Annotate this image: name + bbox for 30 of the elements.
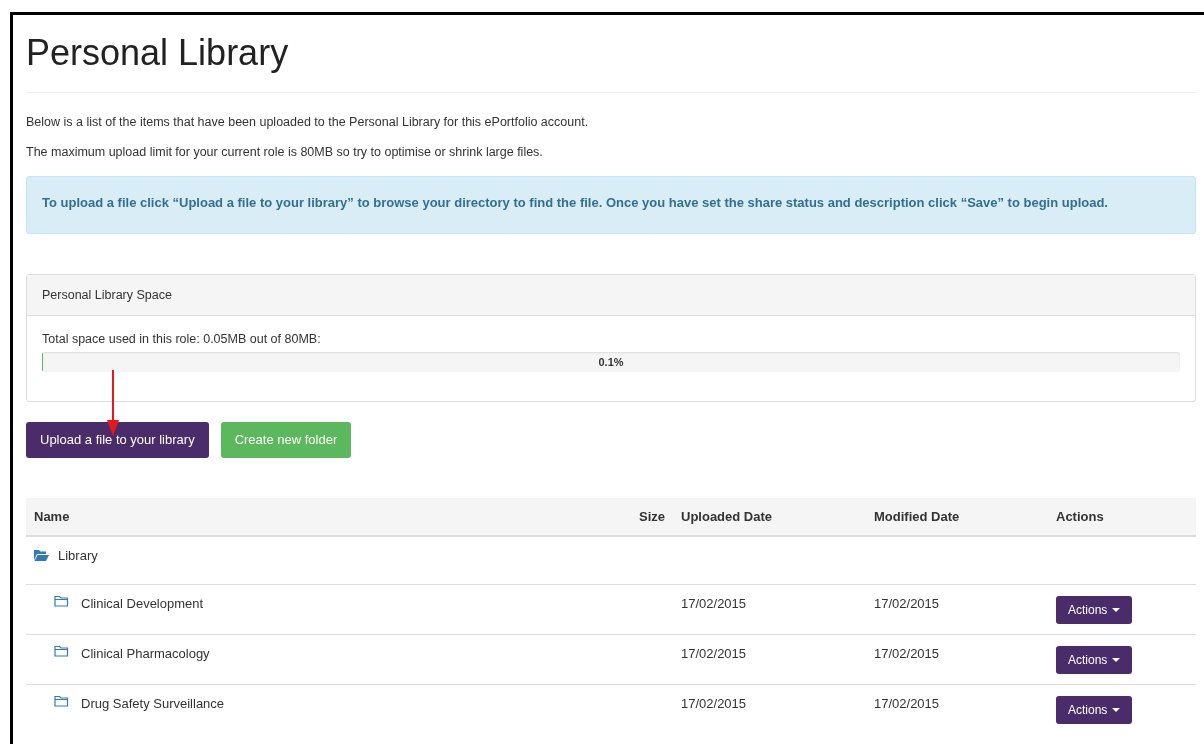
size-header: Size <box>627 498 673 536</box>
uploaded-date: 17/02/2015 <box>681 596 747 611</box>
panel-heading: Personal Library Space <box>27 275 1195 316</box>
folder-name[interactable]: Library <box>58 548 98 563</box>
page-title: Personal Library <box>26 31 290 75</box>
name-header: Name <box>26 498 627 536</box>
caret-icon <box>1112 708 1121 712</box>
caret-icon <box>1112 658 1121 662</box>
folder-name[interactable]: Clinical Pharmacology <box>81 646 210 661</box>
info-alert: To upload a file click “Upload a file to your library” to browse your directory to find the file. Once you have set the share status and description click “Save” to begin upload. <box>26 176 1196 234</box>
modified-date: 17/02/2015 <box>874 696 940 711</box>
caret-icon <box>1112 608 1121 612</box>
progress-reading: 0.1% <box>597 355 625 370</box>
folder-name[interactable]: Drug Safety Surveillance <box>81 696 225 711</box>
upload-button[interactable]: Upload a file to your library <box>26 422 209 458</box>
uploaded-date: 17/02/2015 <box>681 646 747 661</box>
uploaded-date: 17/02/2015 <box>681 696 747 711</box>
actions-button[interactable]: Actions <box>1056 596 1133 624</box>
annotation-arrow <box>107 370 119 436</box>
actions-button[interactable]: Actions <box>1056 646 1133 674</box>
usage-text: Total space used in this role: 0.05MB out of 80MB: <box>42 331 322 347</box>
modified-date: 17/02/2015 <box>874 646 940 661</box>
actions-button[interactable]: Actions <box>1056 696 1133 724</box>
uploaded-header: Uploaded Date <box>673 498 866 536</box>
modified-date: 17/02/2015 <box>874 596 940 611</box>
folder-name[interactable]: Clinical Development <box>81 596 204 611</box>
intro-text: Below is a list of the items that have been uploaded to the Personal Library for this ePortfolio account. <box>26 115 590 130</box>
actions-header: Actions <box>1048 498 1196 536</box>
intro-text: The maximum upload limit for your current role is 80MB so try to optimise or shrink large files. <box>26 145 544 160</box>
modified-header: Modified Date <box>866 498 1048 536</box>
